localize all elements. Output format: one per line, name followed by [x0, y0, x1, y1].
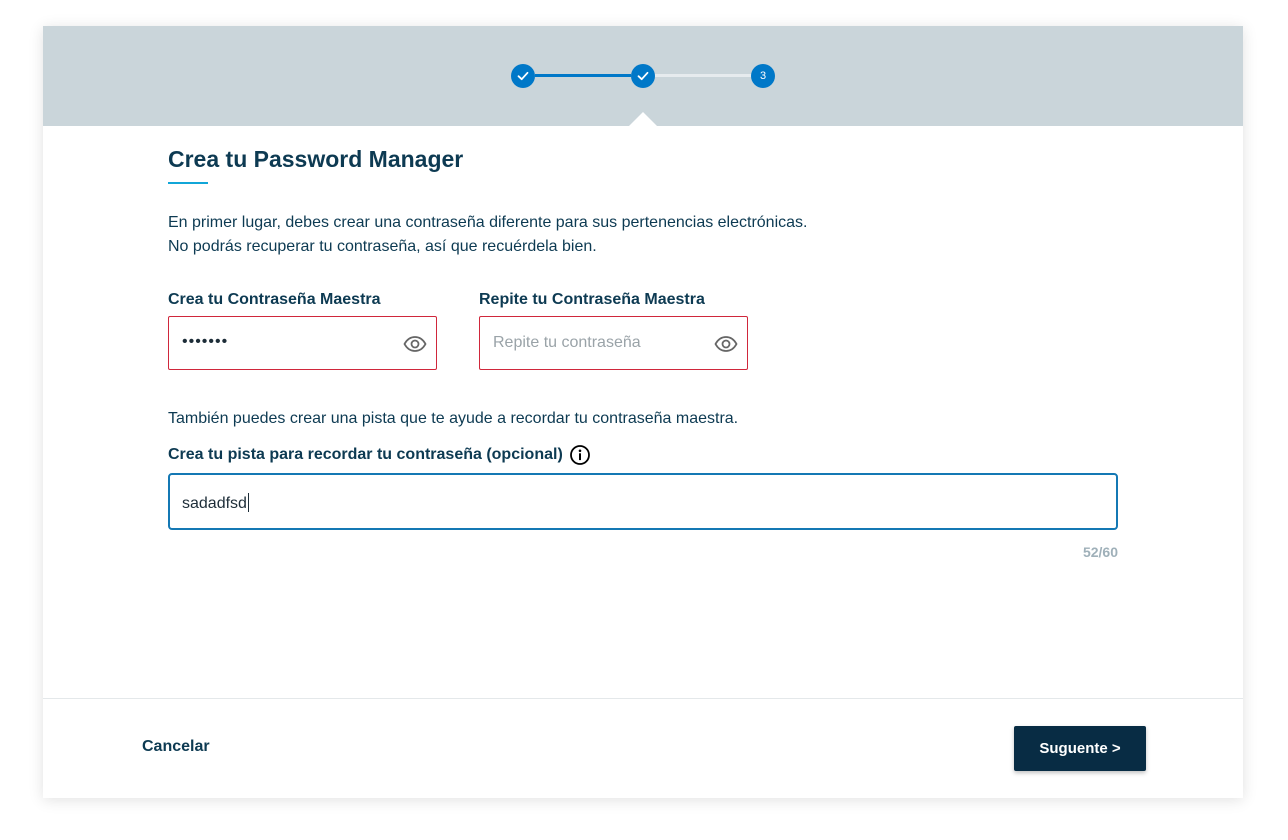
intro-text: En primer lugar, debes crear una contras… — [168, 211, 807, 259]
step-2-completed — [631, 64, 655, 88]
page-title: Crea tu Password Manager — [168, 146, 464, 172]
eye-icon[interactable] — [714, 332, 738, 356]
check-icon — [637, 71, 649, 81]
setup-card: 3 Crea tu Password Manager En primer lug… — [43, 26, 1243, 798]
hint-intro-text: También puedes crear una pista que te ay… — [168, 410, 739, 427]
title-underline — [168, 182, 208, 184]
info-icon[interactable] — [569, 444, 591, 466]
eye-icon[interactable] — [403, 332, 427, 356]
hint-label-row: Crea tu pista para recordar tu contraseñ… — [168, 444, 591, 466]
check-icon — [517, 71, 529, 81]
repeat-password-placeholder: Repite tu contraseña — [493, 334, 641, 351]
repeat-password-field[interactable]: Repite tu contraseña — [479, 316, 748, 370]
stepper-line-completed — [535, 74, 631, 77]
hint-label: Crea tu pista para recordar tu contraseñ… — [168, 446, 563, 463]
repeat-password-label: Repite tu Contraseña Maestra — [479, 291, 705, 308]
step-1-completed — [511, 64, 535, 88]
stepper: 3 — [43, 26, 1243, 126]
intro-line-1: En primer lugar, debes crear una contras… — [168, 214, 808, 231]
hint-input-value: sadadfsd — [182, 493, 249, 512]
stepper-pointer — [629, 112, 657, 126]
text-caret — [247, 493, 249, 512]
master-password-field[interactable]: ••••••• — [168, 316, 437, 370]
stepper-line-pending — [655, 74, 751, 77]
intro-line-2: No podrás recuperar tu contraseña, así q… — [168, 238, 597, 255]
footer-divider — [43, 698, 1243, 699]
step-3-number: 3 — [759, 70, 767, 82]
hint-character-counter: 52/60 — [1082, 544, 1118, 560]
master-password-value: ••••••• — [182, 333, 229, 350]
hint-input[interactable]: sadadfsd — [168, 473, 1118, 530]
next-button[interactable]: Suguente > — [1014, 726, 1146, 771]
cancel-button[interactable]: Cancelar — [142, 738, 210, 756]
step-3-current: 3 — [751, 64, 775, 88]
master-password-label: Crea tu Contraseña Maestra — [168, 291, 381, 308]
